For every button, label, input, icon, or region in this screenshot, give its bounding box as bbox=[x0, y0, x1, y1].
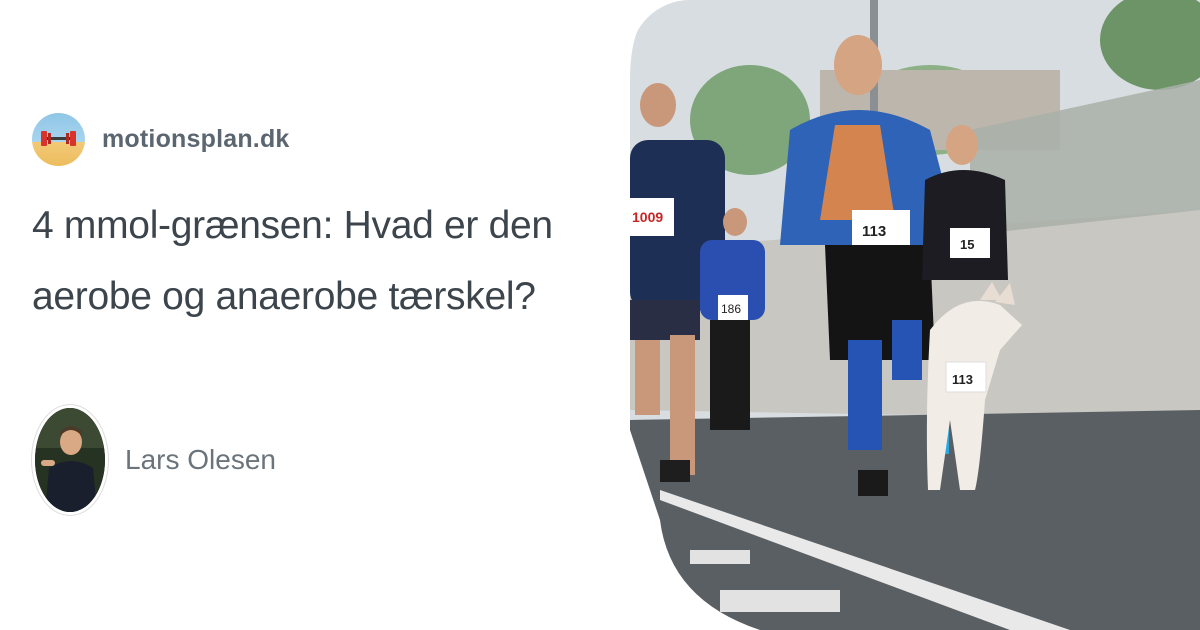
site-header[interactable]: motionsplan.dk bbox=[32, 113, 290, 166]
dumbbell-beach-logo-icon bbox=[32, 113, 85, 166]
svg-text:15: 15 bbox=[960, 237, 974, 252]
share-card: motionsplan.dk 4 mmol-grænsen: Hvad er d… bbox=[0, 0, 1200, 630]
site-name: motionsplan.dk bbox=[102, 125, 290, 153]
svg-text:186: 186 bbox=[721, 302, 741, 316]
author-byline[interactable]: Lars Olesen bbox=[32, 405, 276, 515]
avatar bbox=[32, 405, 108, 515]
article-photo: 1009 186 113 15 113 bbox=[630, 0, 1200, 630]
article-title: 4 mmol-grænsen: Hvad er den aerobe og an… bbox=[32, 204, 553, 318]
svg-text:113: 113 bbox=[952, 372, 973, 387]
svg-text:113: 113 bbox=[862, 223, 886, 240]
svg-text:1009: 1009 bbox=[632, 209, 663, 225]
author-name: Lars Olesen bbox=[125, 444, 276, 475]
